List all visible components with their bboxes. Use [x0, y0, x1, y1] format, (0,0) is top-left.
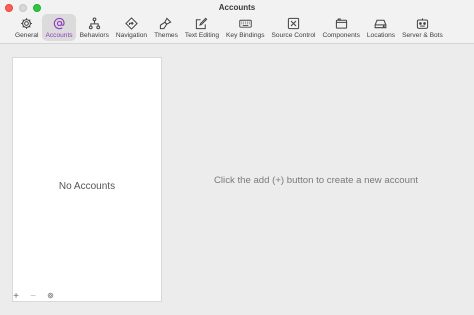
tab-themes[interactable]: Themes — [151, 14, 181, 41]
empty-detail-hint: Click the add (+) button to create a new… — [214, 175, 418, 186]
keyboard-icon — [238, 16, 252, 30]
tab-source-control[interactable]: Source Control — [269, 14, 319, 41]
tab-key-bindings-label: Key Bindings — [226, 32, 265, 39]
preferences-window: Accounts General Accounts Behaviors Navi… — [0, 0, 474, 315]
remove-account-button[interactable]: − — [29, 292, 37, 302]
tab-accounts[interactable]: Accounts — [42, 14, 76, 41]
tab-navigation[interactable]: Navigation — [113, 14, 150, 41]
tab-source-control-label: Source Control — [271, 32, 316, 39]
tab-accounts-label: Accounts — [45, 32, 73, 39]
title-toolbar: Accounts General Accounts Behaviors Navi… — [0, 0, 474, 44]
tab-server-bots-label: Server & Bots — [402, 32, 443, 39]
disk-drive-icon — [374, 16, 388, 30]
gear-icon — [20, 16, 34, 30]
tab-components-label: Components — [322, 32, 360, 39]
tab-general[interactable]: General — [12, 14, 41, 41]
options-gear-icon — [47, 292, 53, 299]
tab-locations-label: Locations — [366, 32, 396, 39]
tab-server-bots[interactable]: Server & Bots — [399, 14, 446, 41]
tab-themes-label: Themes — [154, 32, 178, 39]
server-bot-icon — [415, 16, 429, 30]
tab-components[interactable]: Components — [319, 14, 362, 41]
hierarchy-icon — [87, 16, 101, 30]
navigation-diamond-icon — [125, 16, 139, 30]
source-control-icon — [286, 16, 300, 30]
accounts-pane: No Accounts + − Click the add (+) button… — [0, 45, 474, 315]
tab-key-bindings[interactable]: Key Bindings — [223, 14, 268, 41]
tab-locations[interactable]: Locations — [364, 14, 398, 41]
tab-general-label: General — [15, 32, 39, 39]
preferences-toolbar: General Accounts Behaviors Navigation Th… — [12, 14, 447, 44]
add-account-button[interactable]: + — [12, 292, 20, 302]
accounts-list[interactable]: No Accounts — [12, 57, 162, 302]
list-controls: + − — [12, 291, 54, 303]
tab-text-editing[interactable]: Text Editing — [182, 14, 222, 41]
pencil-square-icon — [195, 16, 209, 30]
account-options-button[interactable] — [46, 292, 54, 302]
tab-navigation-label: Navigation — [115, 32, 148, 39]
paintbrush-icon — [159, 16, 173, 30]
tab-behaviors-label: Behaviors — [79, 32, 109, 39]
components-icon — [334, 16, 348, 30]
window-title: Accounts — [218, 3, 256, 12]
tab-behaviors[interactable]: Behaviors — [77, 14, 112, 41]
no-accounts-label: No Accounts — [58, 181, 116, 192]
at-sign-icon — [52, 16, 66, 30]
tab-text-editing-label: Text Editing — [184, 32, 219, 39]
